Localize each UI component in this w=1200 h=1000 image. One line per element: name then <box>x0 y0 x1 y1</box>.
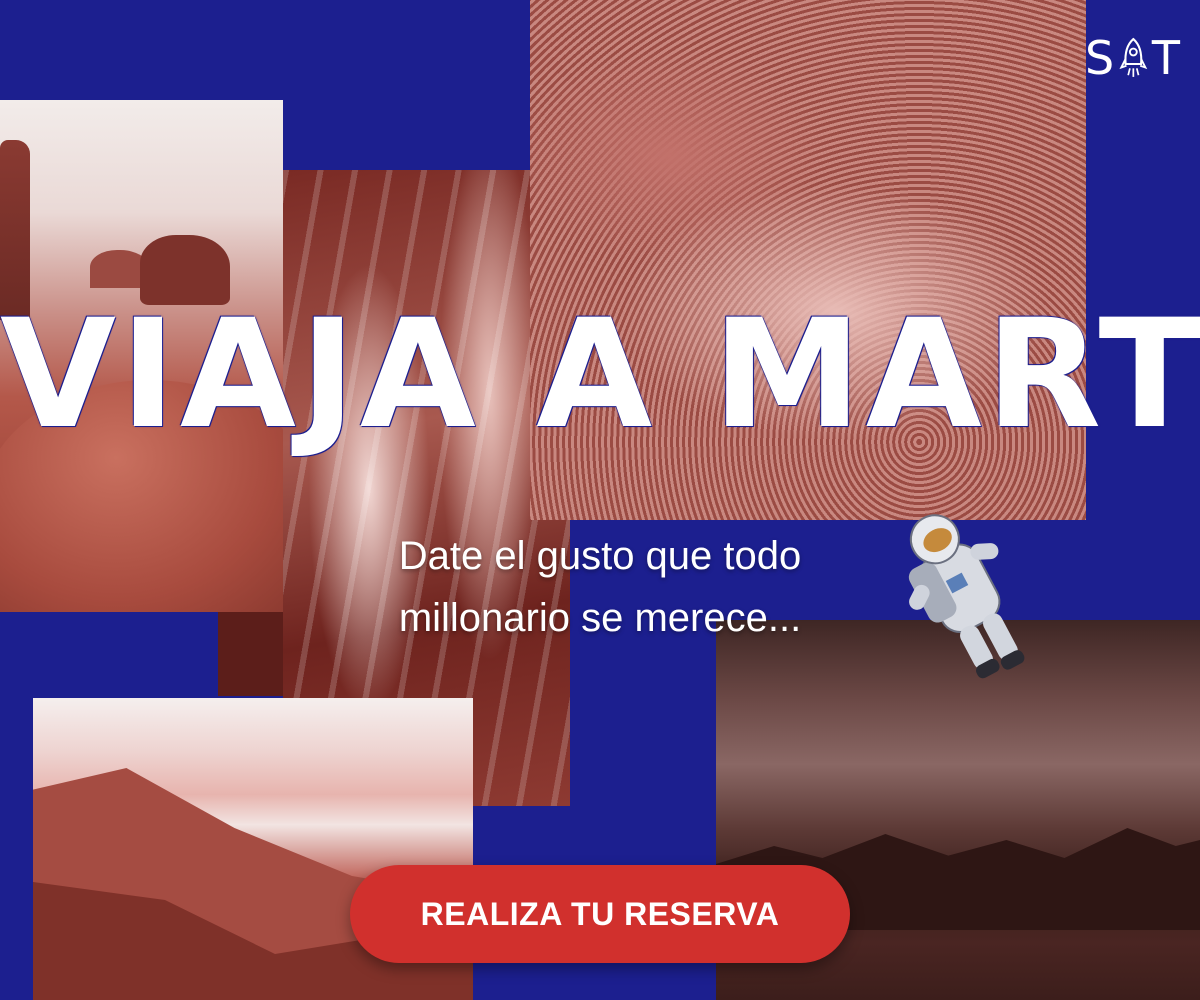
logo: S T <box>1085 30 1181 86</box>
logo-letter-t: T <box>1151 31 1181 85</box>
astronaut-image <box>908 514 1025 679</box>
subtitle-line-2: millonario se merece... <box>398 596 802 640</box>
abstract-photo-edge <box>218 612 288 696</box>
page-title: VIAJA A MARTE <box>0 288 1200 462</box>
logo-letter-s: S <box>1085 31 1116 85</box>
subtitle: Date el gusto que todo millonario se mer… <box>330 525 870 649</box>
rocket-icon <box>1119 37 1148 77</box>
subtitle-line-1: Date el gusto que todo <box>398 534 802 578</box>
hero-banner: S T VIAJA A MARTE Date el gusto que todo… <box>0 0 1200 1000</box>
reservation-button[interactable]: REALIZA TU RESERVA <box>350 865 850 963</box>
